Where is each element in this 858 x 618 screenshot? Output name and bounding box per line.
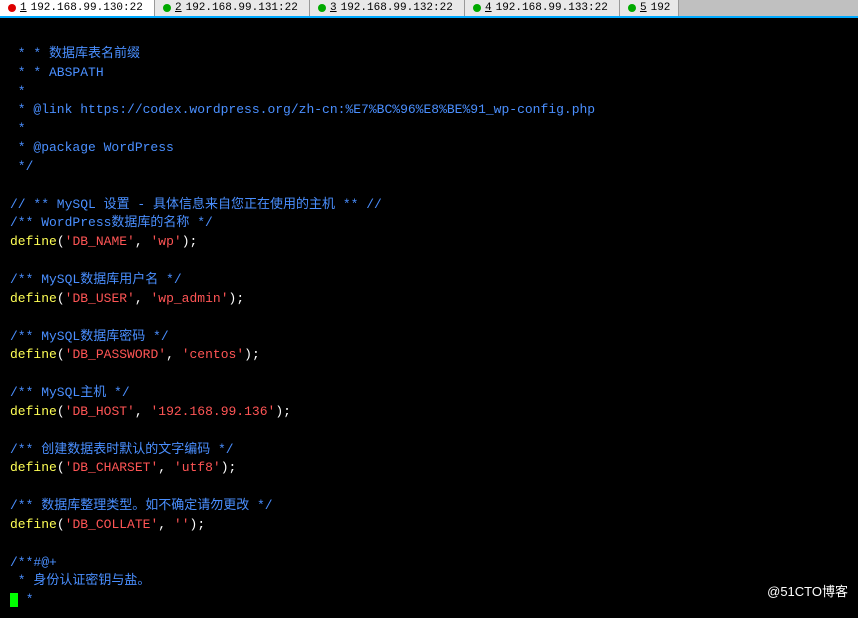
paren: ) — [244, 347, 252, 362]
comma: , — [135, 404, 151, 419]
paren: ( — [57, 404, 65, 419]
tab-number: 4 — [485, 2, 492, 14]
tab-5[interactable]: 5 192 — [620, 0, 679, 16]
const-val: utf8 — [182, 460, 213, 475]
semicolon: ; — [197, 517, 205, 532]
comment-line: * — [10, 121, 26, 136]
const-key: DB_COLLATE — [72, 517, 150, 532]
paren: ) — [221, 460, 229, 475]
tab-label: 192 — [651, 2, 671, 14]
comma: , — [135, 234, 151, 249]
comment-line: // ** MySQL 设置 - 具体信息来自您正在使用的主机 ** // — [10, 197, 382, 212]
tab-bar: 1 192.168.99.130:22 2 192.168.99.131:22 … — [0, 0, 858, 18]
const-key: DB_NAME — [72, 234, 127, 249]
cursor-icon — [10, 593, 18, 607]
quote: ' — [174, 460, 182, 475]
const-val: wp_admin — [158, 291, 220, 306]
semicolon: ; — [252, 347, 260, 362]
semicolon: ; — [229, 460, 237, 475]
const-key: DB_HOST — [72, 404, 127, 419]
const-val: centos — [190, 347, 237, 362]
semicolon: ; — [283, 404, 291, 419]
quote: ' — [182, 347, 190, 362]
status-dot-icon — [318, 4, 326, 12]
keyword-define: define — [10, 460, 57, 475]
comment-line: */ — [10, 159, 33, 174]
comma: , — [135, 291, 151, 306]
tab-number: 3 — [330, 2, 337, 14]
paren: ( — [57, 517, 65, 532]
const-val: 192.168.99.136 — [158, 404, 267, 419]
comment-line: /**#@+ — [10, 555, 57, 570]
code-editor[interactable]: * * 数据库表名前缀 * * ABSPATH * * @link https:… — [0, 18, 858, 618]
keyword-define: define — [10, 234, 57, 249]
keyword-define: define — [10, 347, 57, 362]
status-dot-icon — [163, 4, 171, 12]
quote: ' — [221, 291, 229, 306]
const-key: DB_CHARSET — [72, 460, 150, 475]
paren: ) — [275, 404, 283, 419]
const-val: wp — [158, 234, 174, 249]
paren: ( — [57, 460, 65, 475]
tab-label: 192.168.99.131:22 — [186, 2, 298, 14]
comment-line: * — [10, 84, 26, 99]
comment-line: /** MySQL主机 */ — [10, 385, 130, 400]
quote: ' — [158, 347, 166, 362]
quote: ' — [213, 460, 221, 475]
tab-2[interactable]: 2 192.168.99.131:22 — [155, 0, 310, 16]
tab-1[interactable]: 1 192.168.99.130:22 — [0, 0, 155, 16]
semicolon: ; — [190, 234, 198, 249]
const-key: DB_USER — [72, 291, 127, 306]
comment-line: * 身份认证密钥与盐。 — [10, 573, 150, 588]
tab-number: 2 — [175, 2, 182, 14]
comma: , — [158, 517, 174, 532]
quote: ' — [182, 517, 190, 532]
comment-line: * * ABSPATH — [10, 65, 104, 80]
quote: ' — [236, 347, 244, 362]
comment-line: * — [18, 592, 34, 607]
comment-line: * @package WordPress — [10, 140, 174, 155]
quote: ' — [174, 517, 182, 532]
tab-label: 192.168.99.130:22 — [31, 2, 143, 14]
const-key: DB_PASSWORD — [72, 347, 158, 362]
tab-number: 5 — [640, 2, 647, 14]
quote: ' — [174, 234, 182, 249]
keyword-define: define — [10, 291, 57, 306]
status-dot-icon — [473, 4, 481, 12]
comma: , — [166, 347, 182, 362]
paren: ) — [182, 234, 190, 249]
comment-line: /** 创建数据表时默认的文字编码 */ — [10, 442, 234, 457]
tab-4[interactable]: 4 192.168.99.133:22 — [465, 0, 620, 16]
comment-line: * @link https://codex.wordpress.org/zh-c… — [10, 102, 595, 117]
paren: ( — [57, 291, 65, 306]
keyword-define: define — [10, 517, 57, 532]
watermark: @51CTO博客 — [767, 581, 848, 600]
comment-line: /** MySQL数据库用户名 */ — [10, 272, 182, 287]
tab-number: 1 — [20, 2, 27, 14]
quote: ' — [127, 234, 135, 249]
comment-line: /** WordPress数据库的名称 */ — [10, 215, 213, 230]
quote: ' — [127, 291, 135, 306]
comment-line: /** 数据库整理类型。如不确定请勿更改 */ — [10, 498, 273, 513]
keyword-define: define — [10, 404, 57, 419]
tab-label: 192.168.99.133:22 — [496, 2, 608, 14]
tab-3[interactable]: 3 192.168.99.132:22 — [310, 0, 465, 16]
status-dot-icon — [8, 4, 16, 12]
comment-line: /** MySQL数据库密码 */ — [10, 329, 169, 344]
quote: ' — [127, 404, 135, 419]
semicolon: ; — [236, 291, 244, 306]
paren: ( — [57, 234, 65, 249]
paren: ( — [57, 347, 65, 362]
comment-line: * * 数据库表名前缀 — [10, 46, 140, 61]
tab-label: 192.168.99.132:22 — [341, 2, 453, 14]
comma: , — [158, 460, 174, 475]
status-dot-icon — [628, 4, 636, 12]
